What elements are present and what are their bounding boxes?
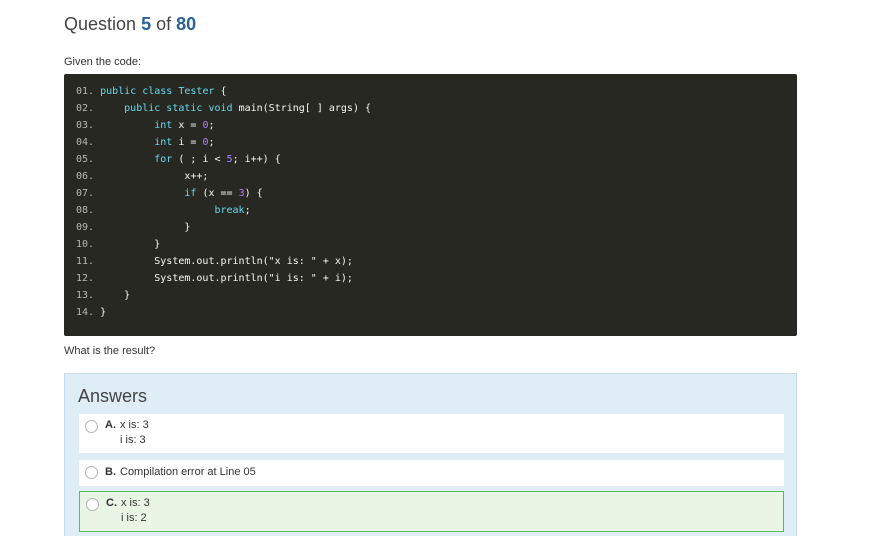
line-number: 07. [76, 188, 95, 199]
code-token: ( ; i < [178, 154, 227, 165]
option-text-line-2: i is: 3 [120, 434, 146, 446]
code-line: 01. public class Tester { [76, 83, 797, 100]
question-total: 80 [176, 14, 197, 34]
answer-option-b[interactable]: B. Compilation error at Line 05 [79, 460, 784, 486]
code-token: } [94, 307, 107, 318]
code-token: Tester [178, 86, 215, 97]
option-letter: C. [106, 497, 117, 509]
option-text-line-1: x is: 3 [121, 497, 150, 509]
line-number: 06. [76, 171, 95, 182]
code-block: 01. public class Tester {02. public stat… [64, 74, 797, 336]
code-token: { [214, 86, 227, 97]
code-token: public class [94, 86, 179, 97]
code-line: 09. } [76, 219, 797, 236]
question-number: 5 [141, 14, 152, 34]
code-token: if [94, 188, 203, 199]
line-number: 10. [76, 239, 95, 250]
line-number: 14. [76, 307, 95, 318]
code-line: 07. if (x == 3) { [76, 185, 797, 202]
line-number: 11. [76, 256, 95, 267]
code-token: int [94, 137, 179, 148]
code-token: main(String[ ] args) { [238, 103, 372, 114]
code-line: 06. x++; [76, 168, 797, 185]
code-token: break [94, 205, 245, 216]
question-intro: Given the code: [64, 56, 142, 68]
option-text-line-1: Compilation error at Line 05 [120, 466, 256, 478]
code-token: } [94, 290, 131, 301]
question-header: Question 5 of 80 [64, 14, 196, 35]
line-number: 02. [76, 103, 95, 114]
line-number: 05. [76, 154, 95, 165]
code-token: public static void [94, 103, 239, 114]
line-number: 12. [76, 273, 95, 284]
code-token: System.out.println("x is: " + x); [94, 256, 353, 267]
question-prefix: Question [64, 14, 137, 34]
code-token: ; [208, 137, 215, 148]
answer-option-a[interactable]: A. x is: 3 i is: 3 [79, 414, 784, 453]
code-token: for [94, 154, 179, 165]
code-line: 05. for ( ; i < 5; i++) { [76, 151, 797, 168]
code-line: 11. System.out.println("x is: " + x); [76, 253, 797, 270]
code-line: 02. public static void main(String[ ] ar… [76, 100, 797, 117]
line-number: 03. [76, 120, 95, 131]
code-token: (x == [202, 188, 239, 199]
code-token: ; [208, 120, 215, 131]
code-token: } [94, 239, 161, 250]
option-text-line-1: x is: 3 [120, 419, 149, 431]
code-token: x = [178, 120, 203, 131]
code-line: 10. } [76, 236, 797, 253]
code-line: 03. int x = 0; [76, 117, 797, 134]
radio-button-icon[interactable] [85, 466, 98, 479]
answers-panel: Answers A. x is: 3 i is: 3 B. Compilatio… [64, 373, 797, 536]
code-token: ; i++) { [232, 154, 281, 165]
question-of: of [156, 14, 172, 34]
answers-heading: Answers [78, 386, 148, 406]
radio-button-icon[interactable] [85, 420, 98, 433]
line-number: 08. [76, 205, 95, 216]
option-letter: A. [105, 419, 116, 431]
code-token: } [94, 222, 191, 233]
code-line: 08. break; [76, 202, 797, 219]
line-number: 09. [76, 222, 95, 233]
line-number: 04. [76, 137, 95, 148]
radio-button-icon[interactable] [86, 498, 99, 511]
code-token: System.out.println("i is: " + i); [94, 273, 353, 284]
code-line: 12. System.out.println("i is: " + i); [76, 270, 797, 287]
code-line: 04. int i = 0; [76, 134, 797, 151]
code-token: x++; [94, 171, 209, 182]
code-token: i = [178, 137, 203, 148]
code-token: ) { [244, 188, 263, 199]
line-number: 01. [76, 86, 95, 97]
code-line: 14. } [76, 304, 797, 321]
code-token: int [94, 120, 179, 131]
answer-option-c[interactable]: C. x is: 3 i is: 2 [79, 491, 784, 532]
option-letter: B. [105, 466, 116, 478]
option-text-line-2: i is: 2 [121, 512, 147, 524]
line-number: 13. [76, 290, 95, 301]
code-line: 13. } [76, 287, 797, 304]
question-prompt: What is the result? [64, 345, 156, 357]
code-token: ; [244, 205, 251, 216]
